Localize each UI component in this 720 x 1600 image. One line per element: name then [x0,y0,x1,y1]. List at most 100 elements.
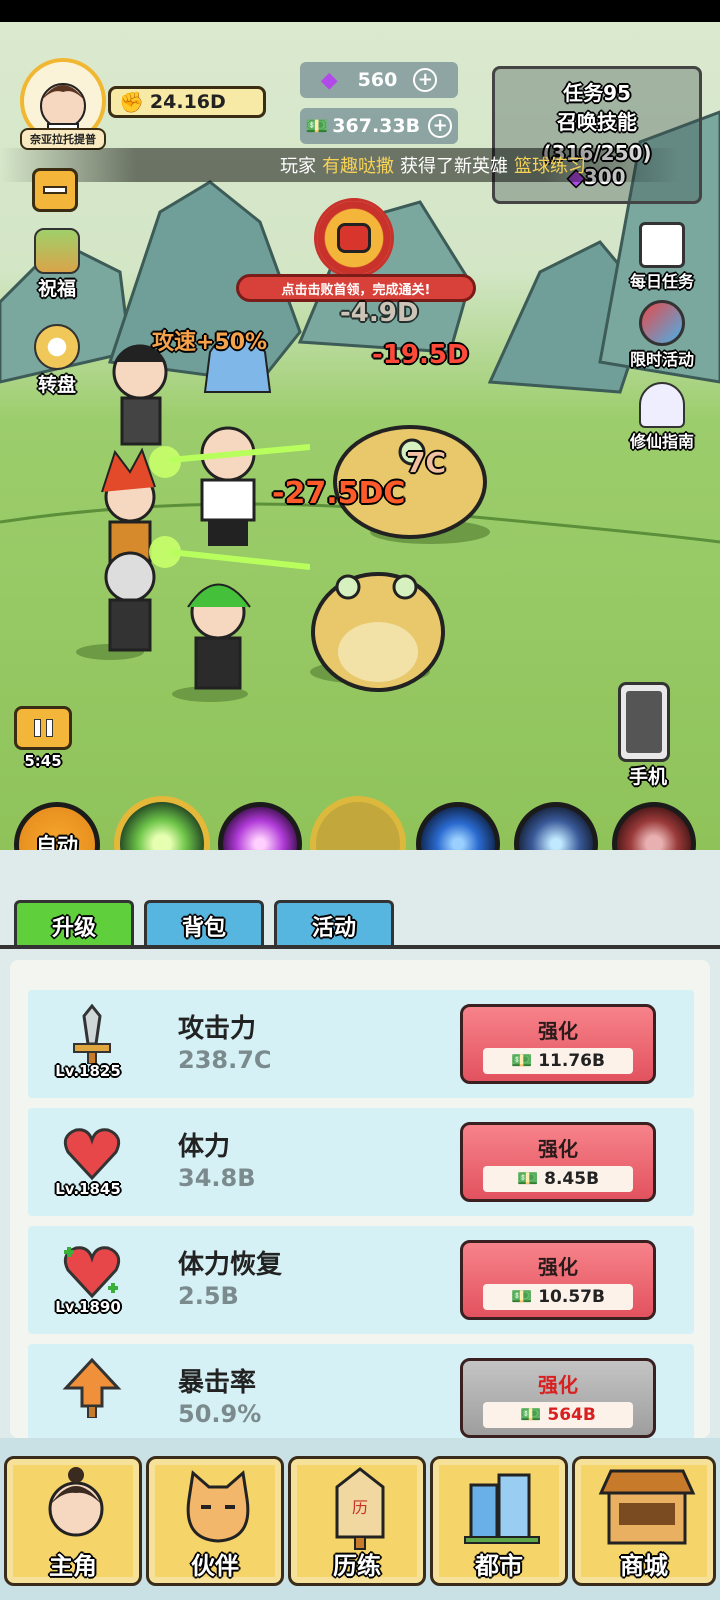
upgrade-row-crit: 暴击率 50.9% 强化 💵 564B [28,1344,694,1438]
wheel-entry[interactable]: 转盘 [26,324,88,397]
upgrade-button-label: 强化 [538,1254,578,1279]
upgrade-button-disabled[interactable]: 强化 💵 564B [460,1358,656,1438]
cat-icon [186,1470,250,1543]
tab-activity[interactable]: 活动 [274,900,394,948]
level-label: Lv.1845 [55,1180,121,1198]
daily-task-icon [639,222,685,268]
upgrade-row-hp-regen: Lv.1890 体力恢复 2.5B 强化 💵 10.57B [28,1226,694,1334]
avatar-caption: 奈亚拉托提普 [20,128,106,150]
nav-training[interactable]: 历 历练 [288,1456,426,1586]
tab-upgrade[interactable]: 升级 [14,900,134,948]
blessing-label: 祝福 [37,278,76,300]
quest-title: 任务95 [563,81,631,105]
shop-stall-icon [598,1469,696,1545]
nav-hero[interactable]: 主角 [4,1456,142,1586]
cash-icon: 💵 [511,1050,533,1071]
token-icon: 历 [335,1467,385,1550]
pause-button[interactable] [14,706,72,750]
phone-entry[interactable]: 手机 [618,682,670,789]
guide-label: 修仙指南 [629,432,694,451]
immortal-figure-icon [639,382,685,428]
upgrade-row-hp: Lv.1845 体力 34.8B 强化 💵 8.45B [28,1108,694,1216]
power-value: 24.16D [149,91,226,113]
cash-value: 367.33B [332,115,421,137]
svg-text:历: 历 [352,1498,368,1517]
level-label: Lv.1825 [55,1062,121,1080]
nav-label: 主角 [49,1552,97,1580]
party-popper-icon [639,300,685,346]
blessing-entry[interactable]: 祝福 [26,228,88,301]
cost: 💵 11.76B [483,1047,633,1074]
nav-label: 伙伴 [191,1552,239,1580]
cost: 💵 564B [483,1401,633,1428]
ticker-hero: 篮球练习 [514,156,586,177]
ticker-middle: 获得了新英雄 [400,156,508,177]
wheel-icon [34,324,80,370]
nav-partner[interactable]: 伙伴 [146,1456,284,1586]
damage-number: 7C [406,446,447,479]
add-gems-button[interactable]: + [413,68,438,92]
upgrade-button[interactable]: 强化 💵 8.45B [460,1122,656,1202]
cash-icon: 💵 [511,1286,533,1307]
cash-icon: 💵 [520,1404,542,1425]
upgrade-button-label: 强化 [538,1018,578,1043]
stat-value: 50.9% [178,1400,262,1428]
pause-icon [33,719,53,737]
upgrade-row-attack: Lv.1825 攻击力 238.7C 强化 💵 11.76B [28,990,694,1098]
stat-value: 34.8B [178,1164,256,1192]
cost: 💵 10.57B [483,1283,633,1310]
daily-task-entry[interactable]: 每日任务 [614,222,710,292]
add-cash-button[interactable]: + [428,114,453,138]
heart-plus-icon [63,1246,121,1299]
nav-label: 历练 [333,1552,381,1580]
attack-speed-buff: 攻速+50% [152,330,268,355]
city-buildings-icon [464,1473,540,1544]
stat-name: 攻击力 [178,1014,257,1044]
boss-button[interactable] [314,198,394,278]
stat-name: 体力恢复 [178,1250,283,1280]
power-arm-icon: ✊ [119,90,144,114]
limited-event-entry[interactable]: 限时活动 [614,300,710,370]
blessing-icon [34,228,80,274]
announcement-ticker: 玩家 有趣哒撒 获得了新英雄 篮球练习 [0,148,680,182]
nav-label: 商城 [620,1552,668,1580]
sword-icon [73,1004,111,1064]
damage-number: -27.5DC [272,476,406,511]
bottom-nav: 主角 伙伴 历 历练 都市 商城 [0,1438,720,1600]
cash-counter: 💵 367.33B + [300,108,458,144]
upgrade-button[interactable]: 强化 💵 10.57B [460,1240,656,1320]
battle-scene[interactable]: 奈亚拉托提普 ✊ 24.16D ◆ 560 + 💵 367.33B + 任务95… [0,22,720,850]
level-label: Lv.1890 [55,1298,121,1316]
daily-task-label: 每日任务 [629,272,694,291]
cash-icon: 💵 [516,1168,539,1189]
hero-portrait-icon [48,1467,104,1537]
wheel-label: 转盘 [37,374,76,396]
stat-name: 暴击率 [178,1368,257,1398]
limited-event-label: 限时活动 [629,350,694,369]
ticker-player: 有趣哒撒 [322,156,394,177]
power-display: ✊ 24.16D [108,86,266,118]
boss-demon-icon [337,223,371,253]
nav-city[interactable]: 都市 [430,1456,568,1586]
gem-value: 560 [357,69,398,91]
stat-value: 238.7C [178,1046,272,1074]
status-bar [0,0,720,22]
nav-shop[interactable]: 商城 [572,1456,716,1586]
ticker-prefix: 玩家 [280,156,316,177]
upgrade-button[interactable]: 强化 💵 11.76B [460,1004,656,1084]
tab-divider [0,945,720,949]
tab-bag[interactable]: 背包 [144,900,264,948]
hero-party [101,331,310,690]
cash-icon: 💵 [305,115,329,137]
collapse-button[interactable] [32,168,78,212]
gem-counter: ◆ 560 + [300,62,458,98]
quest-name: 召唤技能 [557,110,637,134]
quest-panel[interactable]: 任务95 召唤技能 (316/250) ◆300 [492,66,702,204]
phone-icon [618,682,670,762]
guide-entry[interactable]: 修仙指南 [614,382,710,452]
heart-icon [63,1128,121,1181]
nav-label: 都市 [475,1552,523,1580]
stat-name: 体力 [178,1132,231,1162]
gem-icon: ◆ [320,67,338,93]
upgrade-list[interactable]: Lv.1825 攻击力 238.7C 强化 💵 11.76B Lv.1845 体力… [10,960,710,1438]
